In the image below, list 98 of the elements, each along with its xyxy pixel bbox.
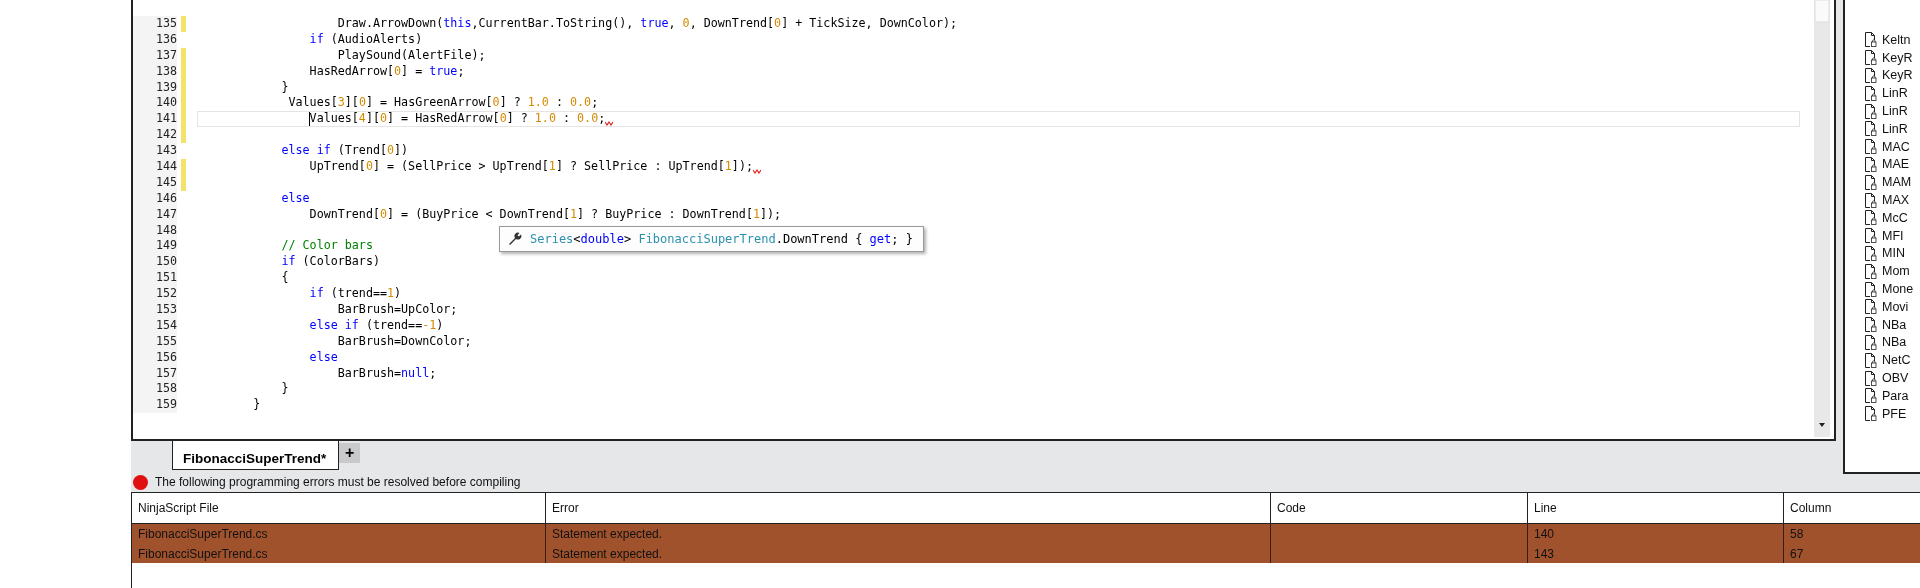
scrollbar[interactable]: [1814, 0, 1830, 437]
locked-file-icon: [1865, 210, 1877, 226]
new-tab-button[interactable]: +: [339, 443, 361, 463]
line-number: 144: [133, 159, 177, 175]
code-line: else: [309, 349, 338, 366]
file-name[interactable]: MFI: [1882, 228, 1904, 243]
file-name[interactable]: LinR: [1882, 104, 1908, 119]
locked-file-icon: [1865, 317, 1877, 333]
error-message: The following programming errors must be resolved before compiling: [155, 475, 521, 489]
code-line: else if (trend==-1): [309, 317, 444, 334]
file-name[interactable]: KeyR: [1882, 50, 1913, 65]
locked-file-icon: [1865, 352, 1877, 368]
code-line: Draw.ArrowDown(this,CurrentBar.ToString(), true, 0, DownTrend[0] + TickSize, DownColor);: [337, 16, 958, 32]
code-line: else if (Trend[0]): [281, 143, 409, 159]
line-number: 153: [133, 302, 177, 318]
file-name[interactable]: NBa: [1882, 317, 1907, 332]
code-line: Values[3][0] = HasGreenArrow[0] ? 1.0 : 0.0;: [288, 95, 599, 112]
column-header[interactable]: Code: [1270, 492, 1528, 524]
locked-file-icon: [1865, 370, 1877, 386]
code-line: DownTrend[0] = (BuyPrice < DownTrend[1] ? BuyPrice : DownTrend[1]);: [309, 206, 782, 223]
code-line: }: [253, 397, 261, 414]
file-name[interactable]: MAM: [1882, 175, 1912, 190]
line-number: 159: [133, 397, 177, 414]
table-cell: FibonacciSuperTrend.cs: [131, 544, 546, 564]
file-name[interactable]: LinR: [1882, 121, 1908, 136]
locked-file-icon: [1865, 121, 1877, 137]
code-line: }: [281, 381, 289, 398]
file-name[interactable]: Keltn: [1882, 32, 1911, 47]
locked-file-icon: [1865, 406, 1877, 422]
file-name[interactable]: Movi: [1882, 299, 1909, 314]
locked-file-icon: [1865, 263, 1877, 279]
text-cursor: [308, 112, 310, 127]
file-name[interactable]: LinR: [1882, 86, 1908, 101]
locked-file-icon: [1865, 85, 1877, 101]
code-line: if (ColorBars): [281, 254, 380, 271]
line-number: 141: [133, 111, 177, 128]
code-line: }: [281, 79, 289, 96]
table-cell: FibonacciSuperTrend.cs: [131, 523, 546, 544]
locked-file-icon: [1865, 281, 1877, 297]
table-cell: 67: [1783, 544, 1920, 564]
quick-info-tooltip: Series<double> FibonacciSuperTrend.DownTrend { get; }: [499, 226, 924, 252]
locked-file-icon: [1865, 192, 1877, 208]
code-line: PlaySound(AlertFile);: [337, 47, 486, 64]
code-line: if (trend==1): [309, 286, 402, 303]
file-name[interactable]: MIN: [1882, 246, 1905, 261]
file-name[interactable]: McC: [1882, 210, 1908, 225]
line-number: 143: [133, 143, 177, 159]
locked-file-icon: [1865, 103, 1877, 119]
column-header[interactable]: Error: [545, 492, 1271, 524]
code-line: BarBrush=null;: [337, 365, 437, 382]
locked-file-icon: [1865, 50, 1877, 66]
table-cell: 143: [1527, 544, 1784, 564]
line-number: 140: [133, 95, 177, 112]
code-line: UpTrend[0] = (SellPrice > UpTrend[1] ? SellPrice : UpTrend[1]);: [309, 159, 753, 175]
file-name[interactable]: MAE: [1882, 157, 1910, 172]
locked-file-icon: [1865, 299, 1877, 315]
editor-tab[interactable]: FibonacciSuperTrend*: [172, 441, 340, 470]
code-line: BarBrush=DownColor;: [337, 333, 472, 350]
table-cell: Statement expected.: [545, 544, 1271, 564]
code-line: else: [281, 190, 310, 207]
line-number: 135: [133, 16, 177, 32]
code-line: Values[4][0] = HasRedArrow[0] ? 1.0 : 0.0;: [309, 111, 606, 128]
file-name[interactable]: Para: [1882, 388, 1909, 403]
line-number: 151: [133, 270, 177, 287]
code-line: if (AudioAlerts): [309, 31, 423, 48]
table-cell: Statement expected.: [545, 523, 1271, 544]
line-number: 149: [133, 238, 177, 255]
locked-file-icon: [1865, 334, 1877, 350]
locked-file-icon: [1865, 245, 1877, 261]
locked-file-icon: [1865, 156, 1877, 172]
file-name[interactable]: PFE: [1882, 406, 1907, 421]
locked-file-icon: [1865, 68, 1877, 83]
locked-file-icon: [1865, 32, 1877, 48]
error-icon: [133, 474, 148, 490]
code-comment: // Color bars: [281, 238, 373, 255]
locked-file-icon: [1865, 139, 1877, 155]
column-header[interactable]: Column: [1783, 492, 1920, 524]
file-name[interactable]: Mone: [1882, 282, 1914, 297]
file-name[interactable]: Mom: [1882, 264, 1910, 279]
file-name[interactable]: MAX: [1882, 193, 1910, 208]
code-line: BarBrush=UpColor;: [337, 302, 458, 318]
line-number: 142: [133, 127, 177, 144]
locked-file-icon: [1865, 228, 1877, 244]
line-number: 150: [133, 254, 177, 271]
locked-file-icon: [1865, 388, 1877, 404]
code-line: HasRedArrow[0] = true;: [309, 63, 465, 80]
file-name[interactable]: KeyR: [1882, 68, 1913, 83]
code-line: {: [281, 270, 289, 287]
column-header[interactable]: Line: [1527, 492, 1784, 524]
locked-file-icon: [1865, 174, 1877, 190]
file-name[interactable]: MAC: [1882, 139, 1910, 154]
file-name[interactable]: NetC: [1882, 353, 1911, 368]
file-name[interactable]: OBV: [1882, 371, 1909, 386]
column-header[interactable]: NinjaScript File: [131, 492, 546, 524]
file-name[interactable]: NBa: [1882, 335, 1907, 350]
line-number: 158: [133, 381, 177, 398]
wrench-icon: [508, 232, 522, 246]
line-number: 152: [133, 286, 177, 303]
